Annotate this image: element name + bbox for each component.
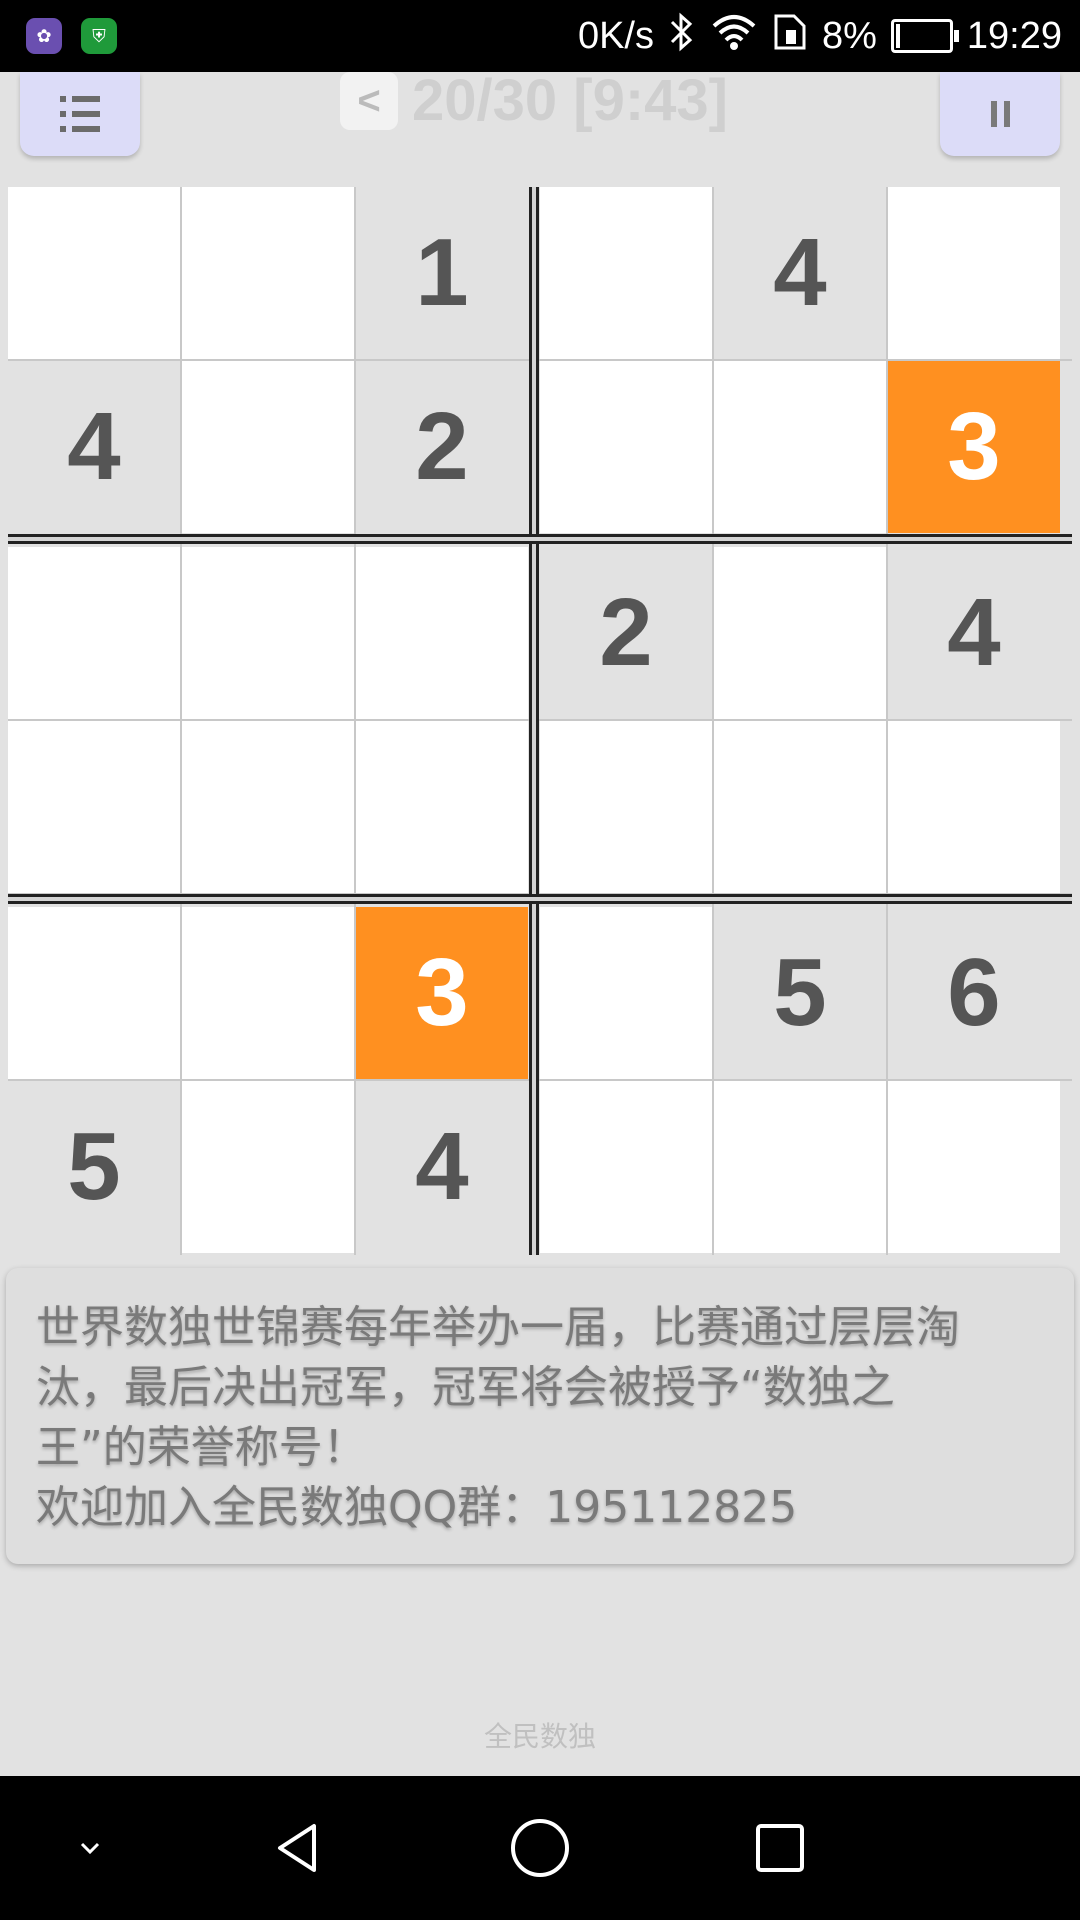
sudoku-cell-r1c5[interactable]: 4 (714, 187, 886, 359)
sudoku-cell-r5c6[interactable]: 6 (888, 907, 1060, 1079)
sudoku-cell-r2c5[interactable] (714, 361, 886, 533)
sudoku-cell-r3c6[interactable]: 4 (888, 547, 1060, 719)
menu-button[interactable] (20, 72, 140, 156)
sudoku-cell-r4c4[interactable] (540, 721, 712, 893)
grid-line (8, 719, 1072, 721)
sudoku-cell-r4c6[interactable] (888, 721, 1060, 893)
box-divider (8, 534, 1072, 544)
sudoku-cell-r6c3[interactable]: 4 (356, 1081, 528, 1253)
previous-puzzle-button[interactable]: < (340, 72, 398, 130)
pause-icon (990, 101, 997, 127)
sudoku-cell-r5c1[interactable] (8, 907, 180, 1079)
sudoku-cell-r6c2[interactable] (182, 1081, 354, 1253)
sudoku-cell-r2c1[interactable]: 4 (8, 361, 180, 533)
phone-manager-icon: ⛨ (81, 18, 117, 54)
sudoku-cell-r5c4[interactable] (540, 907, 712, 1079)
back-icon[interactable] (258, 1806, 342, 1890)
qq-group-line: 欢迎加入全民数独QQ群：195112825 (36, 1482, 798, 1533)
sudoku-cell-r5c2[interactable] (182, 907, 354, 1079)
bluetooth-icon (668, 12, 696, 61)
sudoku-cell-r2c4[interactable] (540, 361, 712, 533)
grid-line (886, 187, 888, 1255)
pause-button[interactable] (940, 72, 1060, 156)
sudoku-cell-r4c2[interactable] (182, 721, 354, 893)
game-toolbar: < 20/30 [9:43] (0, 68, 1080, 162)
sudoku-cell-r3c4[interactable]: 2 (540, 547, 712, 719)
sudoku-cell-r3c5[interactable] (714, 547, 886, 719)
sudoku-cell-r3c3[interactable] (356, 547, 528, 719)
sudoku-cell-r5c5[interactable]: 5 (714, 907, 886, 1079)
sudoku-cell-r2c3[interactable]: 2 (356, 361, 528, 533)
sudoku-board: 144232435654 (8, 187, 1072, 1255)
battery-percent: 8% (821, 14, 877, 57)
status-bar: ✿ ⛨ 0K/s 8% 19:29 (0, 0, 1080, 72)
sudoku-cell-r6c5[interactable] (714, 1081, 886, 1253)
sudoku-cell-r5c3[interactable]: 3 (356, 907, 528, 1079)
sudoku-cell-r1c1[interactable] (8, 187, 180, 359)
sudoku-cell-r6c1[interactable]: 5 (8, 1081, 180, 1253)
grid-line (354, 187, 356, 1255)
sudoku-cell-r4c3[interactable] (356, 721, 528, 893)
sudoku-cell-r4c1[interactable] (8, 721, 180, 893)
app-name-footer: 全民数独 (483, 1720, 596, 1753)
grid-line (8, 1079, 1072, 1081)
sudoku-cell-r1c4[interactable] (540, 187, 712, 359)
recents-icon[interactable] (738, 1806, 822, 1890)
sim-icon (772, 12, 808, 61)
grid-line (8, 359, 1072, 361)
tip-card: 世界数独世锦赛每年举办一届，比赛通过层层淘 汰，最后决出冠军，冠军将会被授予“数… (6, 1268, 1074, 1564)
huawei-assistant-icon: ✿ (26, 18, 62, 54)
clock: 19:29 (966, 14, 1062, 57)
navigation-bar (0, 1776, 1080, 1920)
sudoku-cell-r1c3[interactable]: 1 (356, 187, 528, 359)
tip-line: 世界数独世锦赛每年举办一届，比赛通过层层淘 (36, 1302, 960, 1353)
tip-line: 王”的荣誉称号！ (36, 1422, 367, 1473)
grid-line (180, 187, 182, 1255)
sudoku-cell-r6c4[interactable] (540, 1081, 712, 1253)
sudoku-cell-r2c2[interactable] (182, 361, 354, 533)
box-divider (529, 187, 539, 1255)
battery-icon (890, 19, 959, 53)
tip-line: 汰，最后决出冠军，冠军将会被授予“数独之 (36, 1362, 895, 1413)
list-icon (60, 96, 100, 132)
collapse-icon[interactable] (48, 1806, 132, 1890)
wifi-icon (710, 12, 758, 61)
sudoku-cell-r3c1[interactable] (8, 547, 180, 719)
box-divider (8, 894, 1072, 904)
grid-line (712, 187, 714, 1255)
sudoku-cell-r4c5[interactable] (714, 721, 886, 893)
sudoku-cell-r2c6[interactable]: 3 (888, 361, 1060, 533)
sudoku-cell-r3c2[interactable] (182, 547, 354, 719)
sudoku-cell-r6c6[interactable] (888, 1081, 1060, 1253)
home-icon[interactable] (498, 1806, 582, 1890)
sudoku-cell-r1c2[interactable] (182, 187, 354, 359)
progress-timer: 20/30 [9:43] (412, 68, 728, 133)
net-speed: 0K/s (577, 14, 654, 57)
sudoku-cell-r1c6[interactable] (888, 187, 1060, 359)
